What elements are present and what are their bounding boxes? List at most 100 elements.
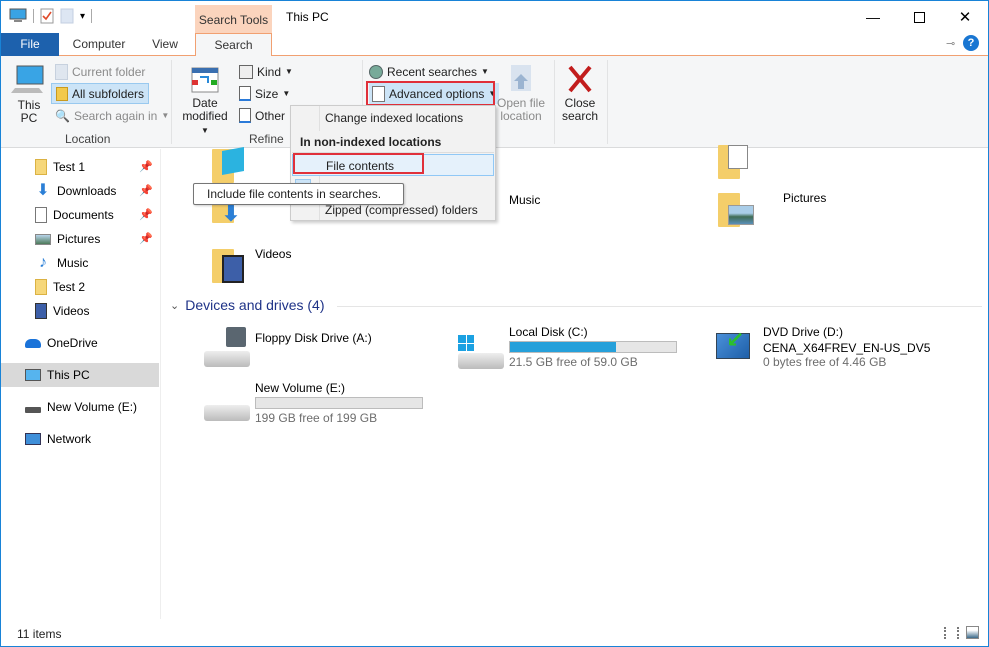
drive-dvd-d[interactable]: ↙ DVD Drive (D:) CENA_X64FREV_EN-US_DV5 … — [716, 323, 930, 369]
drive-floppy[interactable]: Floppy Disk Drive (A:) — [204, 327, 372, 369]
menu-header-non-indexed: In non-indexed locations — [292, 131, 494, 153]
pictures-icon — [35, 233, 51, 245]
customize-toolbar-icon[interactable]: ▾ — [80, 11, 85, 22]
folder-label: Music — [509, 193, 541, 207]
advanced-options-highlight — [366, 81, 495, 106]
drive-name: Local Disk (C:) — [509, 325, 588, 339]
pin-ribbon-icon[interactable]: ⊸ — [946, 37, 955, 50]
group-separator — [554, 60, 555, 144]
drive-free-space: 199 GB free of 199 GB — [255, 411, 378, 425]
local-disk-icon — [458, 323, 508, 369]
documents-folder-icon — [716, 141, 750, 181]
tab-file[interactable]: File — [1, 33, 59, 56]
size-label: Size — [255, 86, 279, 101]
maximize-icon — [913, 11, 925, 23]
nav-item-pictures[interactable]: Pictures 📌 — [1, 227, 159, 251]
current-folder-button[interactable]: Current folder — [55, 61, 145, 82]
close-search-label-2: search — [561, 109, 599, 123]
date-modified-button[interactable]: Date modified ▼ — [177, 66, 233, 137]
search-again-icon: 🔍 — [55, 108, 70, 123]
minimize-button[interactable]: — — [850, 1, 896, 33]
large-icons-view-icon[interactable] — [966, 626, 979, 639]
chevron-down-icon: ▼ — [481, 67, 489, 76]
drive-local-disk-c[interactable]: Local Disk (C:) 21.5 GB free of 59.0 GB — [458, 323, 677, 369]
close-button[interactable]: ✕ — [942, 1, 988, 33]
tooltip: Include file contents in searches. — [193, 183, 404, 205]
kind-button[interactable]: Kind ▼ — [239, 61, 293, 82]
pin-icon[interactable]: 📌 — [139, 160, 153, 173]
nav-label: Documents — [53, 208, 114, 222]
drive-volume-label: CENA_X64FREV_EN-US_DV5 — [763, 341, 931, 355]
maximize-button[interactable] — [896, 1, 942, 33]
nav-label: Test 1 — [53, 160, 86, 174]
navigation-pane: Test 1 📌 ⬇ Downloads 📌 Documents 📌 Pictu… — [1, 149, 161, 619]
other-icon — [239, 108, 251, 123]
nav-item-music[interactable]: ♪ Music — [1, 251, 159, 275]
drive-new-volume-e[interactable]: New Volume (E:) 199 GB free of 199 GB — [204, 379, 423, 425]
folder-pictures[interactable]: Pictures — [716, 189, 826, 229]
menu-item-change-indexed-locations[interactable]: Change indexed locations — [292, 107, 494, 129]
new-folder-icon[interactable] — [60, 8, 74, 24]
search-again-label: Search again in — [73, 108, 158, 123]
drive-usage-bar — [255, 397, 423, 409]
size-button[interactable]: Size ▼ — [239, 83, 290, 104]
recent-searches-label: Recent searches — [387, 64, 478, 79]
nav-item-documents[interactable]: Documents 📌 — [1, 203, 159, 227]
folder-videos[interactable]: Videos — [210, 245, 291, 285]
open-file-location-button[interactable]: Open file location — [496, 64, 546, 123]
this-pc-button[interactable]: This PC — [11, 64, 47, 125]
drive-usage-bar — [509, 341, 677, 353]
date-modified-text: modified — [182, 109, 228, 123]
pictures-folder-icon — [716, 189, 754, 229]
chevron-down-icon: ▼ — [161, 111, 170, 120]
close-search-button[interactable]: Close search — [559, 64, 601, 123]
folder-icon — [35, 159, 47, 175]
pin-icon[interactable]: 📌 — [139, 232, 153, 245]
tab-search[interactable]: Search — [195, 33, 272, 57]
folder-documents[interactable] — [716, 141, 750, 181]
all-subfolders-label: All subfolders — [72, 86, 145, 101]
drive-name: Floppy Disk Drive (A:) — [255, 331, 372, 345]
search-again-in-button[interactable]: 🔍 Search again in ▼ — [55, 105, 169, 126]
nav-label: Music — [57, 256, 89, 270]
pin-icon[interactable]: 📌 — [139, 208, 153, 221]
search-tools-context-label: Search Tools — [195, 5, 272, 33]
folder-3d-objects[interactable] — [210, 145, 244, 185]
nav-item-this-pc[interactable]: This PC — [1, 363, 159, 387]
drive-icon — [25, 407, 41, 413]
quick-access-toolbar: ▾ — [9, 8, 93, 24]
close-icon: ✕ — [958, 9, 972, 26]
onedrive-icon — [25, 338, 41, 348]
pin-icon[interactable]: 📌 — [139, 184, 153, 197]
nav-label: This PC — [47, 368, 90, 382]
this-pc-icon[interactable] — [9, 8, 27, 24]
all-subfolders-button[interactable]: All subfolders — [51, 83, 150, 104]
nav-item-downloads[interactable]: ⬇ Downloads 📌 — [1, 179, 159, 203]
properties-icon[interactable] — [40, 8, 54, 24]
nav-label: New Volume (E:) — [47, 400, 138, 414]
this-pc-label-2: PC — [20, 111, 38, 125]
nav-item-test-2[interactable]: Test 2 — [1, 275, 159, 299]
nav-item-videos[interactable]: Videos — [1, 299, 159, 323]
help-icon[interactable]: ? — [963, 35, 979, 51]
open-file-location-label-2: location — [500, 109, 542, 123]
folder-label: Pictures — [783, 191, 827, 205]
tab-view[interactable]: View — [139, 33, 191, 56]
tab-computer[interactable]: Computer — [63, 33, 135, 56]
dvd-drive-icon: ↙ — [716, 323, 763, 363]
devices-section-header[interactable]: ⌄ Devices and drives (4) — [170, 297, 325, 313]
nav-item-onedrive[interactable]: OneDrive — [1, 331, 159, 355]
chevron-down-icon: ▼ — [285, 67, 293, 76]
toolbar-separator — [33, 9, 34, 23]
drive-name: New Volume (E:) — [255, 381, 346, 395]
nav-label: Test 2 — [53, 280, 86, 294]
nav-item-network[interactable]: Network — [1, 427, 159, 451]
this-pc-large-icon — [11, 65, 44, 93]
other-properties-button[interactable]: Other — [239, 105, 285, 126]
nav-item-new-volume[interactable]: New Volume (E:) — [1, 395, 159, 419]
drive-free-space: 21.5 GB free of 59.0 GB — [509, 355, 638, 369]
recent-searches-button[interactable]: Recent searches ▼ — [369, 61, 489, 82]
details-view-icon[interactable] — [944, 627, 959, 639]
nav-item-test-1[interactable]: Test 1 📌 — [1, 155, 159, 179]
chevron-down-icon: ▼ — [282, 89, 291, 98]
